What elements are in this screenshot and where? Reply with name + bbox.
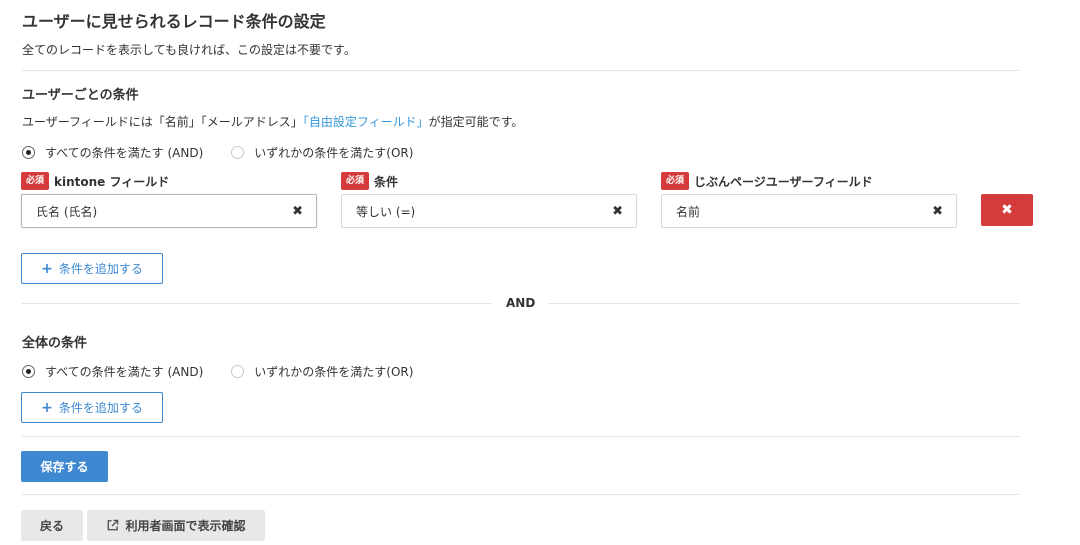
user-field-label-text: じぶんページユーザーフィールド (694, 174, 873, 189)
required-badge: 必須 (661, 172, 690, 190)
kintone-field-select[interactable]: 氏名 (氏名) ✖ (21, 194, 317, 228)
page-description: 全てのレコードを表示しても良ければ、この設定は不要です。 (22, 43, 356, 57)
separator-line-right (548, 303, 1020, 304)
condition-select[interactable]: 等しい (=) ✖ (341, 194, 637, 228)
radio-and-label: すべての条件を満たす (AND) (45, 146, 204, 160)
close-icon[interactable]: ✖ (932, 204, 943, 219)
and-separator-label: AND (506, 296, 536, 310)
radio-or-label: いずれかの条件を満たす(OR) (254, 365, 414, 379)
radio-or-indicator[interactable] (231, 146, 245, 159)
kintone-field-label-text: kintone フィールド (54, 174, 170, 189)
close-icon[interactable]: ✖ (612, 204, 623, 219)
required-badge: 必須 (21, 172, 50, 190)
save-button[interactable]: 保存する (21, 451, 108, 482)
radio-and-indicator[interactable] (22, 146, 35, 159)
back-button[interactable]: 戻る (21, 510, 83, 541)
close-icon[interactable]: ✖ (292, 204, 303, 219)
add-condition-label: 条件を追加する (58, 401, 143, 415)
divider (22, 70, 1020, 71)
plus-icon: + (41, 399, 53, 416)
add-condition-label: 条件を追加する (58, 262, 143, 276)
preview-button[interactable]: 利用者画面で表示確認 (87, 510, 265, 541)
radio-and-indicator[interactable] (22, 365, 35, 378)
radio-or-indicator[interactable] (231, 365, 245, 378)
radio-and[interactable]: すべての条件を満たす (AND) (22, 363, 203, 380)
condition-label-text: 条件 (374, 174, 399, 189)
global-conditions-title: 全体の条件 (22, 336, 88, 351)
add-global-condition-button[interactable]: + 条件を追加する (21, 392, 163, 423)
radio-or[interactable]: いずれかの条件を満たす(OR) (231, 363, 413, 380)
page-title: ユーザーに見せられるレコード条件の設定 (22, 12, 326, 31)
external-link-icon (108, 519, 119, 531)
user-conditions-title: ユーザーごとの条件 (22, 88, 139, 103)
user-field-select[interactable]: 名前 ✖ (661, 194, 957, 228)
radio-or-label: いずれかの条件を満たす(OR) (254, 146, 414, 160)
close-icon: ✖ (1001, 202, 1013, 218)
user-field-help-text: ユーザーフィールドには「名前」「メールアドレス」「自由設定フィールド」が指定可能… (22, 113, 523, 130)
help-text-prefix: ユーザーフィールドには「名前」「メールアドレス」 (22, 115, 303, 129)
global-conditions-mode: すべての条件を満たす (AND) いずれかの条件を満たす(OR) (22, 363, 441, 380)
kintone-field-label: 必須 kintone フィールド (21, 172, 169, 190)
user-field-label: 必須 じぶんページユーザーフィールド (661, 172, 873, 190)
divider (22, 436, 1020, 437)
add-user-condition-button[interactable]: + 条件を追加する (21, 253, 163, 284)
kintone-field-value: 氏名 (氏名) (36, 204, 98, 219)
separator-line-left (22, 303, 492, 304)
plus-icon: + (41, 260, 53, 277)
condition-label: 必須 条件 (341, 172, 398, 190)
delete-condition-button[interactable]: ✖ (981, 194, 1033, 226)
required-badge: 必須 (341, 172, 370, 190)
radio-and-label: すべての条件を満たす (AND) (45, 365, 204, 379)
divider (22, 494, 1020, 495)
user-conditions-mode: すべての条件を満たす (AND) いずれかの条件を満たす(OR) (22, 144, 441, 161)
radio-and[interactable]: すべての条件を満たす (AND) (22, 144, 203, 161)
radio-or[interactable]: いずれかの条件を満たす(OR) (231, 144, 413, 161)
help-text-suffix: が指定可能です。 (428, 115, 524, 129)
user-field-value: 名前 (676, 204, 701, 219)
preview-label: 利用者画面で表示確認 (125, 519, 246, 533)
condition-value: 等しい (=) (356, 204, 416, 219)
custom-field-link[interactable]: 「自由設定フィールド」 (303, 115, 429, 129)
